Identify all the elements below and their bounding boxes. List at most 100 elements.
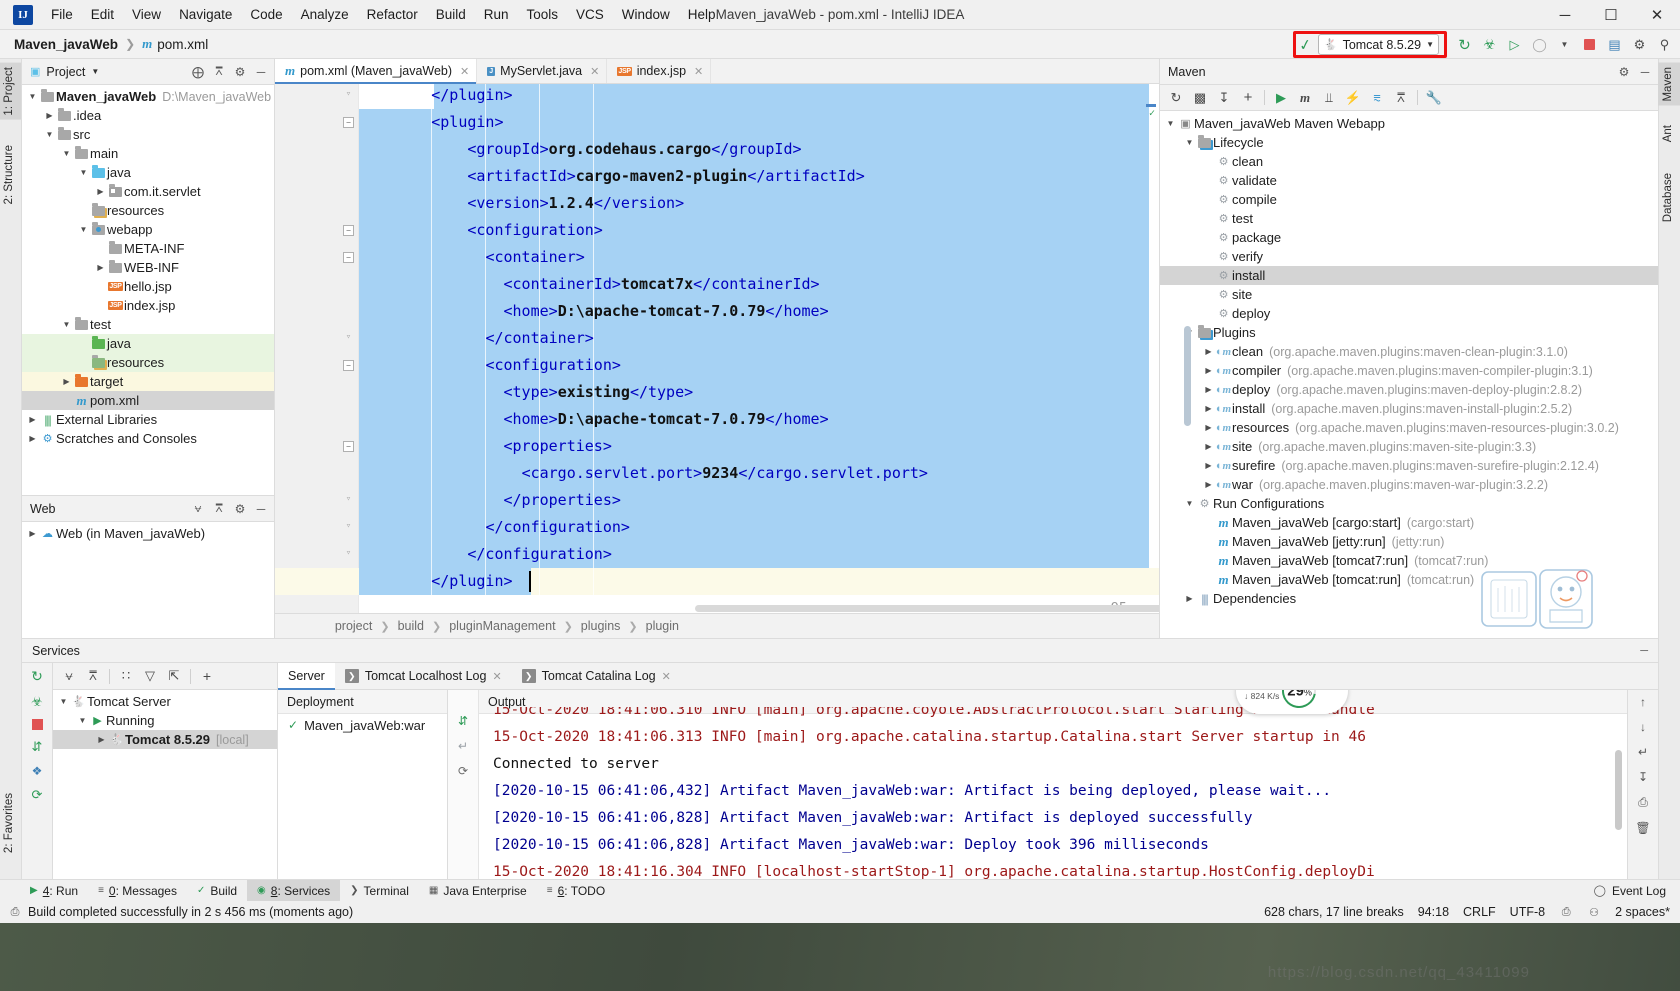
- hide-icon[interactable]: ─: [252, 500, 270, 518]
- notification-icon[interactable]: ⎙: [8, 906, 22, 919]
- reimport-icon[interactable]: ↻: [1165, 87, 1187, 109]
- toggle-offline-icon[interactable]: ⚡: [1342, 87, 1364, 109]
- debug-icon[interactable]: ☣: [1478, 33, 1501, 56]
- bottom-tab-services[interactable]: ◉ 8: Services: [247, 879, 341, 902]
- minimize-button[interactable]: ─: [1542, 0, 1588, 30]
- services-tab[interactable]: ❯ Tomcat Catalina Log ✕: [512, 663, 681, 689]
- add-service-icon[interactable]: +: [196, 665, 218, 687]
- code-line[interactable]: <cargo.servlet.port>9234</cargo.servlet.…: [359, 460, 928, 487]
- editor-tab-bar[interactable]: m pom.xml (Maven_javaWeb) ✕ J MyServlet.java…: [275, 59, 1159, 84]
- project-tree-row[interactable]: ▶ resources: [22, 353, 274, 372]
- debug-icon[interactable]: ☣: [31, 694, 43, 710]
- collapse-all-icon[interactable]: ⩞: [82, 665, 104, 687]
- sidebar-item-favorites[interactable]: 2: Favorites: [0, 789, 21, 857]
- maven-tree-row[interactable]: ▶⚙validate: [1160, 171, 1658, 190]
- error-stripe-marker[interactable]: [1146, 104, 1156, 107]
- maven-tree-row[interactable]: ▶⚙compile: [1160, 190, 1658, 209]
- group-by-icon[interactable]: ∷: [115, 665, 137, 687]
- project-tree-row[interactable]: ▼ main: [22, 144, 274, 163]
- soft-wrap-icon[interactable]: ↵: [458, 739, 468, 753]
- maven-tree-row[interactable]: ▶⚙test: [1160, 209, 1658, 228]
- menu-file[interactable]: File: [42, 3, 82, 26]
- code-line[interactable]: </configuration>: [359, 541, 612, 568]
- chevron-down-icon[interactable]: ▼: [76, 716, 89, 725]
- code-line[interactable]: <type>existing</type>: [359, 379, 694, 406]
- bottom-tab-run[interactable]: ▶ 4: Run: [20, 880, 88, 902]
- services-tab[interactable]: Server: [278, 663, 335, 690]
- encoding[interactable]: UTF-8: [1510, 905, 1545, 919]
- code-line[interactable]: <version>1.2.4</version>: [359, 190, 684, 217]
- maven-tree-row[interactable]: ▶⚙clean: [1160, 152, 1658, 171]
- maven-tree-row[interactable]: ▶⚙verify: [1160, 247, 1658, 266]
- services-tree-row[interactable]: ▶ 🐇 Tomcat 8.5.29 [local]: [53, 730, 277, 749]
- restart-icon[interactable]: ⟳: [458, 764, 468, 778]
- bottom-tab-terminal[interactable]: ❯ Terminal: [340, 880, 419, 902]
- project-tree-row[interactable]: ▶ com.it.servlet: [22, 182, 274, 201]
- close-icon[interactable]: ✕: [590, 65, 599, 78]
- project-structure-icon[interactable]: ▤: [1603, 33, 1626, 56]
- chevron-right-icon[interactable]: ▶: [1202, 404, 1215, 413]
- code-fold-toggle[interactable]: ▿: [343, 89, 354, 100]
- run-icon[interactable]: ↻: [1453, 33, 1476, 56]
- maven-tree-row[interactable]: ▶ ◐m clean (org.apache.maven.plugins:maven-…: [1160, 342, 1658, 361]
- bottom-tab-java-enterprise[interactable]: ▦ Java Enterprise: [419, 880, 537, 902]
- editor-breadcrumb-item[interactable]: project: [335, 619, 373, 633]
- code-fold-toggle[interactable]: −: [343, 360, 354, 371]
- sidebar-item-ant[interactable]: Ant: [1658, 121, 1680, 146]
- menu-help[interactable]: Help: [679, 3, 725, 26]
- maven-scrollbar-thumb[interactable]: [1184, 326, 1191, 426]
- sidebar-item-database[interactable]: Database: [1658, 169, 1680, 226]
- show-dependencies-icon[interactable]: ⩳: [1366, 87, 1388, 109]
- inspection-status-icon[interactable]: ✓: [1149, 108, 1155, 119]
- export-icon[interactable]: ↧: [1638, 770, 1648, 784]
- event-log-label[interactable]: Event Log: [1612, 884, 1666, 898]
- project-tree-row[interactable]: ▶mpom.xml: [22, 391, 274, 410]
- close-icon[interactable]: ✕: [492, 670, 501, 683]
- code-line[interactable]: <home>D:\apache-tomcat-7.0.79</home>: [359, 298, 829, 325]
- settings-icon[interactable]: ⚙: [1615, 63, 1633, 81]
- maven-tree-row[interactable]: ▶⚙install: [1160, 266, 1658, 285]
- services-tab[interactable]: ❯ Tomcat Localhost Log ✕: [335, 663, 512, 689]
- settings-icon[interactable]: ⚙: [1628, 33, 1651, 56]
- close-icon[interactable]: ✕: [694, 65, 703, 78]
- project-tree-row[interactable]: ▼ Maven_javaWeb D:\Maven_javaWeb: [22, 87, 274, 106]
- execute-maven-goal-icon[interactable]: m: [1294, 87, 1316, 109]
- restart-icon[interactable]: ⟳: [32, 787, 43, 803]
- breadcrumb-file[interactable]: m pom.xml: [142, 36, 208, 52]
- editor-breadcrumb-item[interactable]: plugins: [581, 619, 621, 633]
- chevron-down-icon[interactable]: ▼: [77, 225, 90, 234]
- menu-tools[interactable]: Tools: [518, 3, 568, 26]
- bottom-tab-build[interactable]: ✓ Build: [187, 880, 247, 902]
- read-only-toggle-icon[interactable]: ⎙: [1559, 906, 1573, 919]
- menu-vcs[interactable]: VCS: [567, 3, 613, 26]
- project-tree-row[interactable]: ▼ webapp: [22, 220, 274, 239]
- project-tree[interactable]: ▼ Maven_javaWeb D:\Maven_javaWeb ▶ .idea ▼ src…: [22, 85, 274, 448]
- breadcrumb-project[interactable]: Maven_javaWeb: [14, 37, 118, 52]
- rerun-icon[interactable]: ↻: [31, 668, 43, 685]
- run-with-coverage-icon[interactable]: ▷: [1503, 33, 1526, 56]
- project-tree-row[interactable]: ▶ META-INF: [22, 239, 274, 258]
- menu-analyze[interactable]: Analyze: [292, 3, 358, 26]
- code-fold-toggle[interactable]: ▿: [343, 332, 354, 343]
- code-line[interactable]: <containerId>tomcat7x</containerId>: [359, 271, 820, 298]
- run-maven-build-icon[interactable]: ▶: [1270, 87, 1292, 109]
- filter-icon[interactable]: ▽: [139, 665, 161, 687]
- chevron-down-icon[interactable]: ▼: [26, 92, 39, 101]
- maven-tree-row[interactable]: ▶mMaven_javaWeb [cargo:start] (cargo:star…: [1160, 513, 1658, 532]
- code-fold-toggle[interactable]: ▿: [343, 548, 354, 559]
- hide-icon[interactable]: ─: [252, 63, 270, 81]
- settings-icon[interactable]: ⚙: [231, 63, 249, 81]
- menu-run[interactable]: Run: [475, 3, 518, 26]
- code-line[interactable]: <home>D:\apache-tomcat-7.0.79</home>: [359, 406, 829, 433]
- profile-dropdown-icon[interactable]: ▼: [1553, 33, 1576, 56]
- network-cpu-badge[interactable]: ↑ 130 K/s ↓ 824 K/s 29%: [1236, 690, 1348, 715]
- chevron-down-icon[interactable]: ▼: [1183, 138, 1196, 147]
- maven-tree-row[interactable]: ▶ ◐m compiler (org.apache.maven.plugins:mav…: [1160, 361, 1658, 380]
- menu-build[interactable]: Build: [427, 3, 475, 26]
- services-tab-bar[interactable]: Server ❯ Tomcat Localhost Log ✕ ❯ Tomcat Cata…: [278, 663, 1658, 690]
- locate-icon[interactable]: ⨁: [189, 63, 207, 81]
- deployment-item[interactable]: ✓ Maven_javaWeb:war: [278, 714, 447, 736]
- chevron-down-icon[interactable]: ▼: [1164, 119, 1177, 128]
- git-branch-icon[interactable]: ⚇: [1587, 906, 1601, 919]
- maven-tree-row[interactable]: ▶ ◐m site (org.apache.maven.plugins:maven-s…: [1160, 437, 1658, 456]
